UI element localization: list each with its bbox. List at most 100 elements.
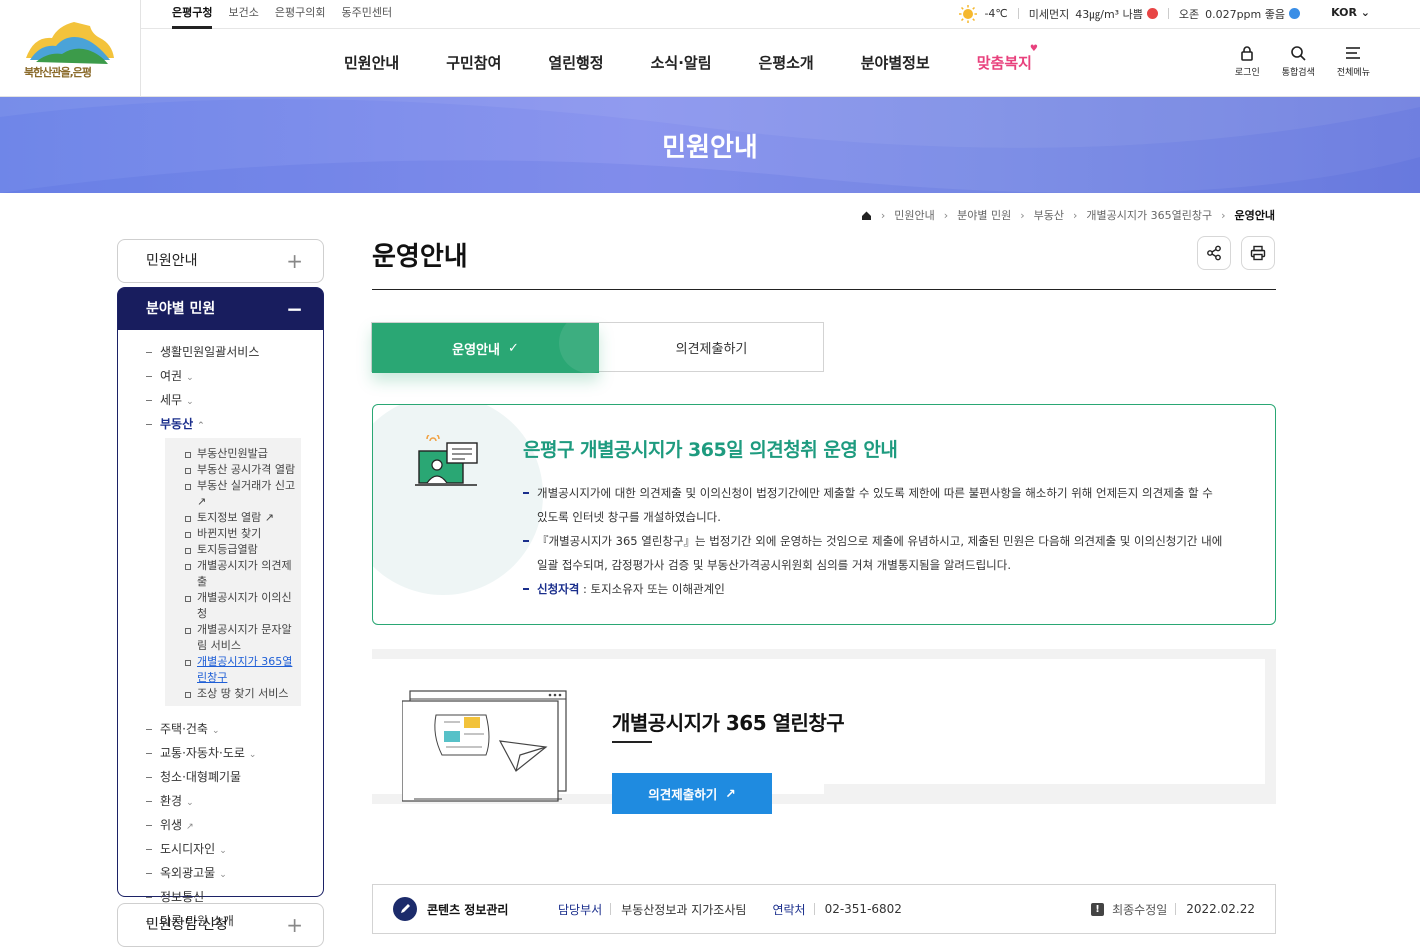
sidebar-group-field: 분야별 민원 − 생활민원일괄서비스 여권 ⌄ 세무 ⌄ 부동산 ⌃ 부동산민원발급 … [117,287,324,928]
paper-plane-illustration-icon [402,690,567,802]
search-icon [1291,46,1306,61]
divider [1167,8,1169,19]
sidebar-top-civil-guide[interactable]: 민원안내 + [117,239,324,283]
sidebar-sub-item-current[interactable]: 개별공시지가 365열린창구 [185,654,301,686]
info-item: 신청자격 : 토지소유자 또는 이해관계인 [523,577,1223,601]
sidebar-group-header[interactable]: 분야별 민원 − [118,288,323,330]
ozone-label: 오존 [1178,7,1200,21]
section-banner: 민원안내 [0,97,1420,193]
sidebar-sub-item[interactable]: 토지정보 열람 ↗ [185,510,301,526]
site-link-community-center[interactable]: 동주민센터 [341,0,392,29]
sidebar-item-label: 세무 [160,393,183,407]
online-counsel-icon [415,435,478,486]
site-link-gu-office[interactable]: 은평구청 [172,0,213,29]
sidebar-item-passport[interactable]: 여권 ⌄ [146,366,323,390]
sidebar-item-cleaning[interactable]: 청소·대형폐기물 [146,767,323,791]
site-link-council[interactable]: 은평구의회 [275,0,326,29]
updated-key: 최종수정일 [1112,902,1168,917]
sidebar-sub-item[interactable]: 조상 땅 찾기 서비스 [185,686,301,702]
dept-value: 부동산정보과 지가조사팀 [621,902,747,917]
sidebar-item-tax[interactable]: 세무 ⌄ [146,390,323,414]
page-title: 운영안내 [372,242,468,272]
sidebar-sub-item[interactable]: 부동산민원발급 [185,446,301,462]
sidebar-item-traffic[interactable]: 교통·자동차·도로 ⌄ [146,743,323,767]
breadcrumb-item[interactable]: 개별공시지가 365열린창구 [1086,207,1212,223]
decorative-blob [373,405,543,595]
sun-icon [959,4,978,23]
utility-bar: 은평구청 보건소 은평구의회 동주민센터 -4℃ 미세먼지 43㎍/m³ 나쁨 … [141,0,1420,29]
sidebar-item-design[interactable]: 도시디자인 ⌄ [146,839,323,863]
sidebar-item-environment[interactable]: 환경 ⌄ [146,791,323,815]
main-navigation: 민원안내 구민참여 열린행정 소식·알림 은평소개 분야별정보 맞춤복지 ♥ [322,44,1038,73]
sidebar-sub-item[interactable]: 토지등급열람 [185,542,301,558]
gnb-welfare[interactable]: 맞춤복지 ♥ [976,44,1038,73]
minus-icon: − [286,297,303,321]
full-menu-button[interactable]: 전체메뉴 [1337,45,1370,78]
chevron-down-icon: ⌄ [1360,6,1370,19]
sidebar-item-living[interactable]: 생활민원일괄서비스 [146,342,323,366]
tel-value: 02-351-6802 [824,902,902,916]
login-label: 로그인 [1234,68,1260,78]
gnb-field-info[interactable]: 분야별정보 [861,52,930,73]
sidebar-sub-item[interactable]: 부동산 실거래가 신고 ↗ [185,478,301,510]
language-select[interactable]: KOR ⌄ [1331,6,1370,19]
gnb-welfare-label: 맞춤복지 [976,54,1032,72]
sidebar-item-label: 정보통신 [160,890,205,904]
submit-opinion-button[interactable]: 의견제출하기 ↗ [612,773,772,814]
gnb-participation[interactable]: 구민참여 [446,52,501,73]
chevron-down-icon: ⌄ [186,798,194,808]
open-window-panel: 개별공시지가 365 열린창구 의견제출하기 ↗ [372,649,1276,814]
home-icon[interactable] [861,210,872,221]
login-button[interactable]: 로그인 [1235,45,1260,78]
title-underline [612,741,652,743]
sidebar-item-hygiene[interactable]: 위생 ↗ [146,815,323,839]
eligibility-value: : 토지소유자 또는 이해관계인 [579,582,725,596]
sidebar-sub-item[interactable]: 부동산 공시가격 열람 [185,462,301,478]
breadcrumb-item[interactable]: 분야별 민원 [957,207,1011,223]
sidebar-bottom-consult[interactable]: 민원상담·신청 + [117,903,324,947]
sidebar-sub-item[interactable]: 개별공시지가 의견제출 [185,558,301,590]
chevron-down-icon: ⌄ [186,373,194,383]
pen-badge-icon [393,897,417,921]
print-button[interactable] [1241,236,1275,270]
gnb-open-admin[interactable]: 열린행정 [548,52,603,73]
breadcrumb-item[interactable]: 부동산 [1034,207,1064,223]
sidebar-sub-item[interactable]: 개별공시지가 문자알림 서비스 [185,622,301,654]
site-link-health-center[interactable]: 보건소 [228,0,258,29]
tab-operation-guide[interactable]: 운영안내 ✓ [372,323,599,373]
chevron-down-icon: ⌄ [219,870,227,880]
chevron-right-icon: › [1073,208,1078,222]
sidebar-item-real-estate[interactable]: 부동산 ⌃ [146,414,323,438]
info-panel: 은평구 개별공시지가 365일 의견청취 운영 안내 개별공시지가에 대한 의견… [372,404,1276,625]
lock-icon [1241,46,1254,61]
dust-label: 미세먼지 [1028,7,1070,21]
site-logo[interactable]: 북한산관을,은평 [0,0,141,97]
content-info-label: 콘텐츠 정보관리 [393,897,558,921]
search-label: 통합검색 [1281,68,1315,78]
search-button[interactable]: 통합검색 [1282,45,1315,78]
chevron-right-icon: › [1221,208,1226,222]
sidebar-bottom-label: 민원상담·신청 [146,917,228,933]
sidebar-item-outdoor-ads[interactable]: 옥외광고물 ⌄ [146,863,323,887]
header-utilities: 로그인 통합검색 전체메뉴 [1235,45,1370,78]
divider [1017,8,1019,19]
breadcrumb: › 민원안내 › 분야별 민원 › 부동산 › 개별공시지가 365열린창구 ›… [861,207,1275,223]
chevron-down-icon: ⌄ [211,726,220,736]
panel-shadow-strip [824,784,1265,794]
sidebar-item-label: 옥외광고물 [160,866,216,880]
gnb-news[interactable]: 소식·알림 [651,52,712,73]
sidebar-item-housing[interactable]: 주택·건축 ⌄ [146,719,323,743]
share-button[interactable] [1197,236,1231,270]
sidebar-sub-item[interactable]: 개별공시지가 이의신청 [185,590,301,622]
gnb-about[interactable]: 은평소개 [759,52,814,73]
plus-icon: + [286,913,303,937]
chevron-up-icon: ⌃ [197,421,205,431]
updated-value: 2022.02.22 [1186,902,1255,916]
content-info-text: 콘텐츠 정보관리 [427,902,509,917]
tab-submit-opinion[interactable]: 의견제출하기 [599,323,824,371]
sidebar-item-label: 여권 [160,369,183,383]
breadcrumb-item[interactable]: 민원안내 [894,207,934,223]
menu-label: 전체메뉴 [1336,68,1370,78]
gnb-civil-guide[interactable]: 민원안내 [344,52,399,73]
sidebar-sub-item[interactable]: 바뀐지번 찾기 [185,526,301,542]
